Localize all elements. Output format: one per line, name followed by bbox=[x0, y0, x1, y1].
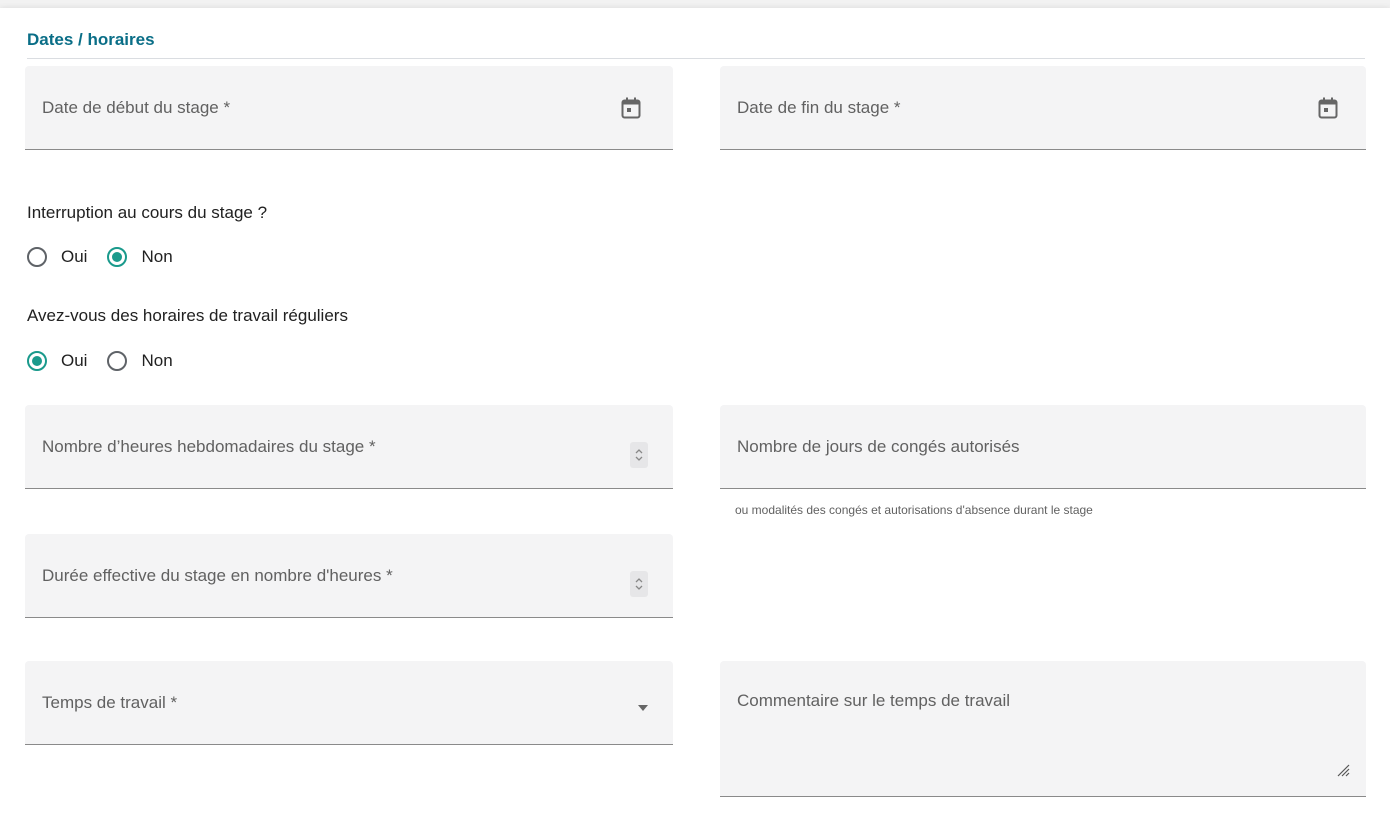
leave-days-field[interactable]: Nombre de jours de congés autorisés bbox=[720, 405, 1366, 489]
work-time-label: Temps de travail * bbox=[42, 693, 178, 712]
radio-checked-icon[interactable] bbox=[27, 351, 47, 371]
work-time-comment-textarea[interactable]: Commentaire sur le temps de travail bbox=[720, 661, 1366, 797]
radio-label: Non bbox=[141, 247, 173, 266]
radio-label: Non bbox=[141, 351, 173, 370]
interruption-oui-radio[interactable]: Oui bbox=[27, 247, 87, 267]
interruption-non-radio[interactable]: Non bbox=[107, 247, 173, 267]
weekly-hours-label: Nombre d’heures hebdomadaires du stage * bbox=[42, 437, 376, 456]
end-date-label: Date de fin du stage * bbox=[737, 98, 901, 117]
section-divider bbox=[27, 58, 1365, 59]
regular-hours-oui-radio[interactable]: Oui bbox=[27, 351, 87, 371]
start-date-label: Date de début du stage * bbox=[42, 98, 231, 117]
section-title: Dates / horaires bbox=[27, 30, 155, 49]
effective-duration-field[interactable]: Durée effective du stage en nombre d'heu… bbox=[25, 534, 673, 618]
regular-hours-non-radio[interactable]: Non bbox=[107, 351, 173, 371]
radio-unchecked-icon[interactable] bbox=[27, 247, 47, 267]
work-time-comment-label: Commentaire sur le temps de travail bbox=[737, 691, 1011, 710]
end-date-field[interactable]: Date de fin du stage * bbox=[720, 66, 1366, 150]
regular-hours-question: Avez-vous des horaires de travail réguli… bbox=[27, 306, 348, 325]
radio-label: Oui bbox=[61, 247, 88, 266]
radio-checked-icon[interactable] bbox=[107, 247, 128, 267]
dropdown-arrow-icon[interactable] bbox=[637, 699, 649, 717]
interruption-radio-group: Oui Non bbox=[27, 244, 193, 270]
leave-days-label: Nombre de jours de congés autorisés bbox=[737, 437, 1020, 456]
radio-label: Oui bbox=[61, 351, 88, 370]
resize-handle-icon[interactable] bbox=[1336, 763, 1350, 782]
work-time-select[interactable]: Temps de travail * bbox=[25, 661, 673, 745]
calendar-icon[interactable] bbox=[621, 97, 641, 124]
spinner-icon[interactable] bbox=[630, 442, 648, 468]
radio-unchecked-icon[interactable] bbox=[107, 351, 128, 371]
calendar-icon[interactable] bbox=[1318, 97, 1338, 124]
effective-duration-label: Durée effective du stage en nombre d'heu… bbox=[42, 566, 393, 585]
leave-days-hint: ou modalités des congés et autorisations… bbox=[735, 503, 1093, 517]
dates-horaires-card: Dates / horaires Date de début du stage … bbox=[0, 8, 1390, 814]
weekly-hours-field[interactable]: Nombre d’heures hebdomadaires du stage * bbox=[25, 405, 673, 489]
spinner-icon[interactable] bbox=[630, 571, 648, 597]
regular-hours-radio-group: Oui Non bbox=[27, 348, 193, 374]
interruption-question: Interruption au cours du stage ? bbox=[27, 203, 268, 222]
start-date-field[interactable]: Date de début du stage * bbox=[25, 66, 673, 150]
